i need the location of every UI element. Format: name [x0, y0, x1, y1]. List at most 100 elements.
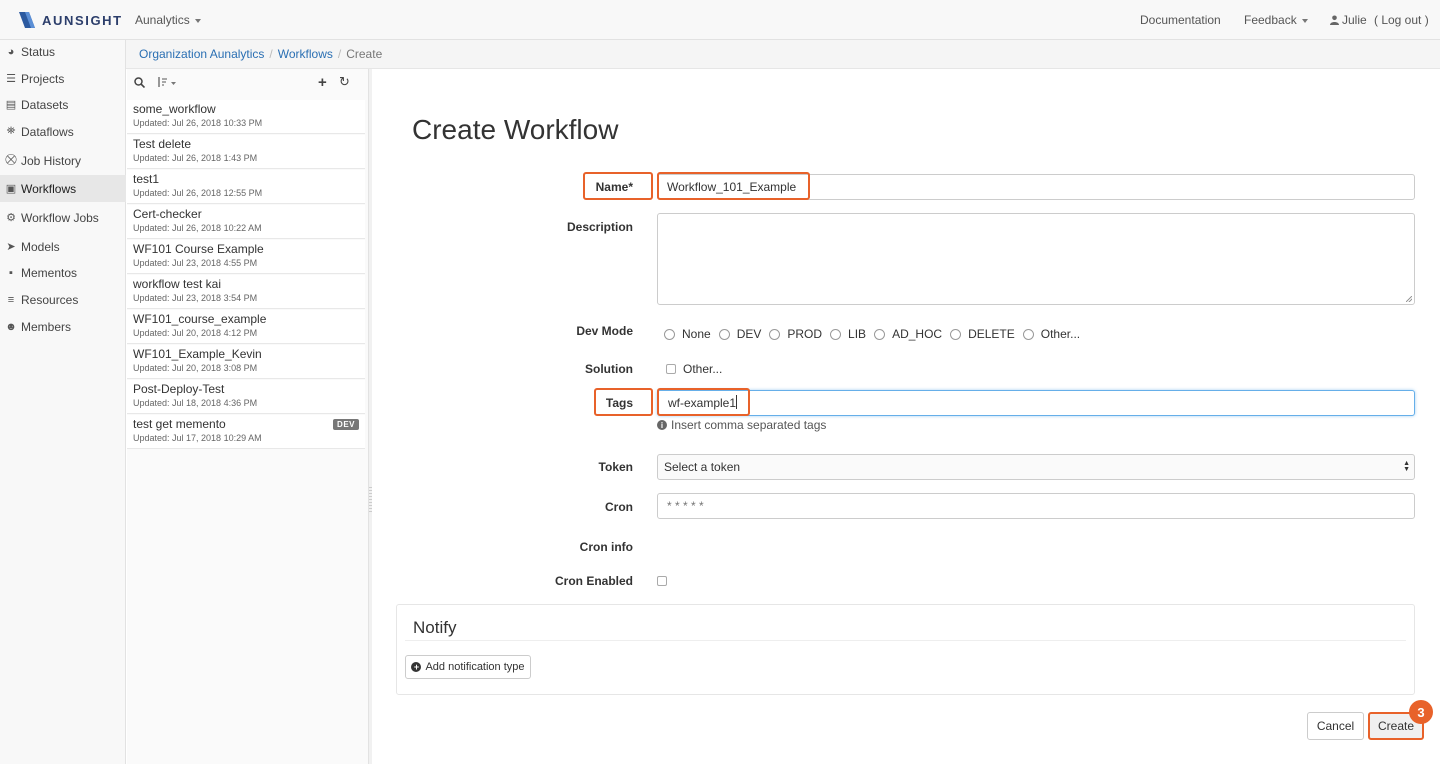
sidebar-item-label: Projects	[21, 71, 65, 86]
list-item[interactable]: WF101 Course Example Updated: Jul 23, 20…	[127, 240, 365, 274]
search-icon[interactable]	[134, 76, 146, 91]
sidebar-item-mementos[interactable]: ▪ Mementos	[0, 259, 126, 286]
documentation-link[interactable]: Documentation	[1140, 0, 1221, 40]
aunsight-logo-icon	[19, 12, 35, 28]
notify-panel: Notify + Add notification type	[396, 604, 1415, 695]
sidebar-item-projects[interactable]: ☰ Projects	[0, 65, 126, 92]
breadcrumb-org-link[interactable]: Organization Aunalytics	[139, 47, 264, 61]
plus-circle-icon: +	[411, 662, 422, 672]
sidebar-item-workflow-jobs[interactable]: ⚙ Workflow Jobs	[0, 204, 126, 231]
sitemap-icon: ⛯	[6, 125, 16, 137]
cancel-label: Cancel	[1316, 719, 1355, 733]
list-item[interactable]: WF101_course_example Updated: Jul 20, 20…	[127, 310, 365, 344]
devmode-radio-none[interactable]	[664, 328, 675, 340]
devmode-radio-prod[interactable]	[769, 328, 781, 340]
workflow-updated: Updated: Jul 23, 2018 3:54 PM	[133, 293, 258, 303]
devmode-radio-group: None DEV PROD LIB AD_HOC DELETE Other...	[664, 327, 1088, 341]
name-label-highlight	[583, 172, 653, 200]
logout-link[interactable]: ( Log out )	[1374, 0, 1429, 40]
solution-other-option[interactable]: Other...	[666, 362, 722, 376]
workflow-name: Post-Deploy-Test	[133, 382, 225, 396]
notify-title: Notify	[413, 618, 457, 637]
sidebar-item-label: Workflows	[21, 181, 77, 196]
panel-splitter[interactable]	[369, 69, 372, 764]
solution-other-label: Other...	[683, 362, 723, 376]
list-item[interactable]: test1 Updated: Jul 26, 2018 12:55 PM	[127, 170, 365, 204]
list-icon: ☰	[6, 73, 16, 85]
top-navbar: AUNSIGHT Aunalytics Documentation Feedba…	[0, 0, 1440, 40]
status-badge: DEV	[333, 419, 359, 430]
sidebar-item-resources[interactable]: ≡ Resources	[0, 286, 126, 313]
org-menu[interactable]: Aunalytics	[135, 0, 201, 40]
resize-handle-icon[interactable]	[1406, 296, 1412, 302]
workflow-updated: Updated: Jul 26, 2018 1:43 PM	[133, 153, 258, 163]
list-item[interactable]: Cert-checker Updated: Jul 26, 2018 10:22…	[127, 205, 365, 239]
workflow-updated: Updated: Jul 26, 2018 10:22 AM	[133, 223, 262, 233]
workflow-updated: Updated: Jul 17, 2018 10:29 AM	[133, 433, 262, 443]
list-item[interactable]: Post-Deploy-Test Updated: Jul 18, 2018 4…	[127, 380, 365, 414]
users-icon: ☻	[5, 320, 17, 333]
chevron-down-icon	[1301, 18, 1308, 23]
radio-label: DEV	[736, 327, 762, 341]
sort-icon[interactable]	[157, 76, 177, 91]
sidebar-item-dataflows[interactable]: ⛯ Dataflows	[0, 118, 126, 145]
feedback-label: Feedback	[1244, 13, 1297, 27]
cron-input[interactable]	[657, 493, 1415, 519]
list-item[interactable]: workflow test kai Updated: Jul 23, 2018 …	[127, 275, 365, 309]
workflow-updated: Updated: Jul 26, 2018 12:55 PM	[133, 188, 263, 198]
brand-logo[interactable]: AUNSIGHT	[16, 8, 123, 32]
workflow-name: Cert-checker	[133, 207, 202, 221]
page-title: Create Workflow	[412, 114, 619, 145]
breadcrumb: Organization Aunalytics / Workflows / Create	[126, 40, 1440, 69]
sidebar-item-workflows[interactable]: ▣ Workflows	[0, 175, 126, 202]
devmode-radio-other[interactable]	[1022, 328, 1034, 340]
tags-help: i Insert comma separated tags	[657, 418, 826, 432]
sidebar-item-status[interactable]: ◕ Status	[0, 38, 126, 65]
sidebar-item-label: Datasets	[21, 97, 69, 112]
list-item[interactable]: Test delete Updated: Jul 26, 2018 1:43 P…	[127, 135, 365, 169]
list-toolbar: + ↻	[127, 69, 369, 99]
radio-label: DELETE	[968, 327, 1015, 341]
user-name: Julie	[1342, 13, 1367, 27]
cancel-button[interactable]: Cancel	[1307, 712, 1364, 740]
sidebar-item-label: Workflow Jobs	[21, 210, 99, 225]
feedback-menu[interactable]: Feedback	[1244, 0, 1308, 40]
step-number-badge: 3	[1409, 700, 1433, 724]
cron-enabled-checkbox[interactable]	[657, 576, 667, 586]
workflow-updated: Updated: Jul 26, 2018 10:33 PM	[133, 118, 263, 128]
user-menu[interactable]: Julie	[1330, 0, 1367, 40]
sidebar-item-label: Mementos	[21, 265, 78, 280]
token-selected: Select a token	[664, 460, 741, 474]
sidebar-item-label: Dataflows	[21, 124, 74, 139]
sidebar-item-models[interactable]: ➤ Models	[0, 233, 126, 260]
drag-handle-icon[interactable]	[369, 487, 372, 512]
select-arrows-icon: ▲ ▼	[1403, 460, 1410, 473]
refresh-icon[interactable]: ↻	[339, 74, 350, 90]
list-item[interactable]: some_workflow Updated: Jul 26, 2018 10:3…	[127, 100, 365, 134]
list-item[interactable]: test get memento Updated: Jul 17, 2018 1…	[127, 415, 365, 449]
devmode-radio-ad-hoc[interactable]	[874, 328, 886, 340]
radio-label: None	[682, 327, 711, 341]
workflow-name: WF101_course_example	[133, 312, 267, 326]
token-select[interactable]: Select a token ▲ ▼	[657, 454, 1415, 480]
sidebar-item-members[interactable]: ☻ Members	[0, 313, 126, 340]
solution-label: Solution	[585, 362, 633, 376]
add-notification-label: Add notification type	[425, 661, 525, 673]
list-item[interactable]: WF101_Example_Kevin Updated: Jul 20, 201…	[127, 345, 365, 379]
description-field[interactable]	[657, 213, 1415, 305]
add-notification-button[interactable]: + Add notification type	[405, 655, 531, 679]
add-workflow-icon[interactable]: +	[318, 74, 327, 91]
breadcrumb-workflows-link[interactable]: Workflows	[278, 47, 333, 61]
workflow-name: test1	[133, 172, 160, 186]
devmode-radio-lib[interactable]	[830, 328, 842, 340]
workflow-list-panel: + ↻ some_workflow Updated: Jul 26, 2018 …	[127, 69, 369, 764]
devmode-radio-dev[interactable]	[718, 328, 730, 340]
solution-other-checkbox[interactable]	[666, 364, 676, 374]
workflow-updated: Updated: Jul 23, 2018 4:55 PM	[133, 258, 258, 268]
sidebar-item-job-history[interactable]: ⛒ Job History	[0, 147, 126, 174]
workflow-name: WF101 Course Example	[133, 242, 264, 256]
sidebar-item-datasets[interactable]: ▤ Datasets	[0, 91, 126, 118]
info-icon: i	[657, 420, 667, 430]
tags-input[interactable]: wf-example1	[657, 390, 1415, 416]
devmode-radio-delete[interactable]	[950, 328, 962, 340]
